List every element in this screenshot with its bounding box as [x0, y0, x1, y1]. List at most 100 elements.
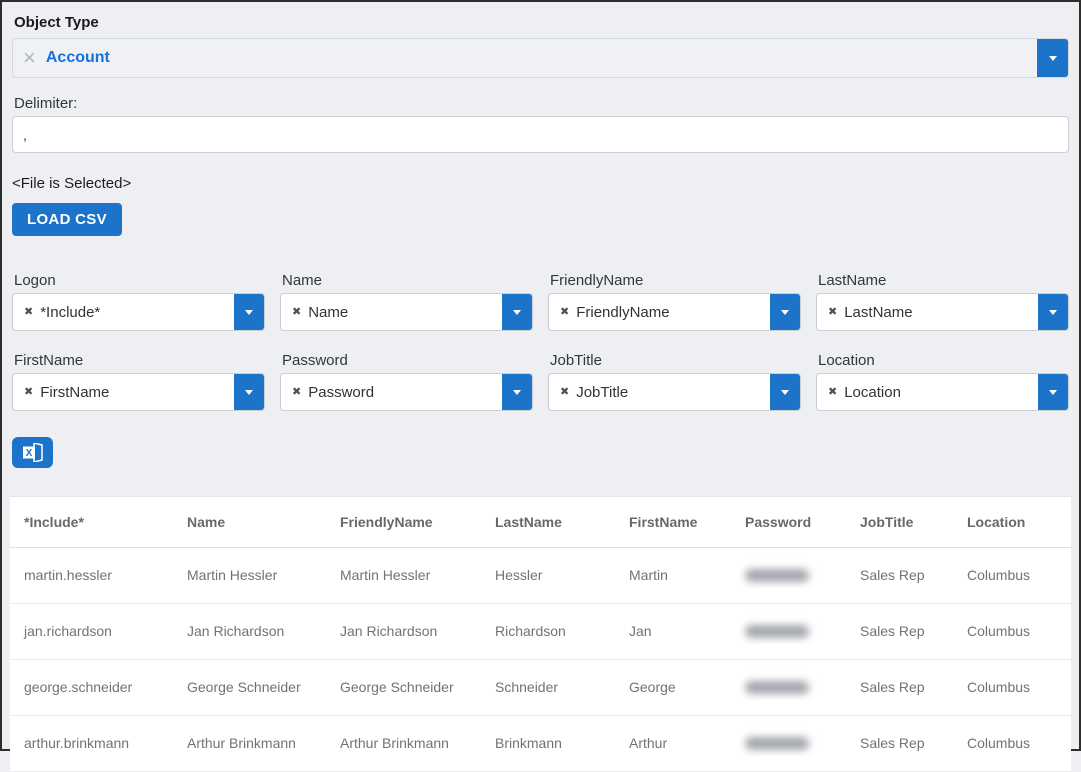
mapping-value: *Include* — [40, 304, 100, 321]
cell-name: Arthur Brinkmann — [173, 715, 326, 771]
file-status-text: <File is Selected> — [12, 175, 1069, 192]
remove-tag-icon[interactable]: ✖ — [560, 387, 569, 398]
cell-name: Martin Hessler — [173, 547, 326, 603]
chevron-down-icon — [245, 390, 253, 395]
field-mapping-grid: Logon ✖ *Include* Name ✖ Name FriendlyNa… — [12, 272, 1069, 411]
cell-friendly: George Schneider — [326, 659, 481, 715]
password-redacted-blob — [745, 737, 809, 750]
mapping-select-friendlyname[interactable]: ✖ FriendlyName — [548, 293, 801, 331]
cell-jobtitle: Sales Rep — [846, 603, 953, 659]
cell-include: martin.hessler — [10, 547, 173, 603]
column-header-firstname: FirstName — [615, 497, 731, 547]
dropdown-button[interactable] — [234, 374, 264, 410]
cell-firstname: Arthur — [615, 715, 731, 771]
table-row[interactable]: arthur.brinkmann Arthur Brinkmann Arthur… — [10, 715, 1071, 771]
close-icon[interactable]: × — [23, 47, 36, 69]
cell-friendly: Martin Hessler — [326, 547, 481, 603]
mapping-name: Name ✖ Name — [280, 272, 533, 331]
column-header-friendlyname: FriendlyName — [326, 497, 481, 547]
remove-tag-icon[interactable]: ✖ — [828, 307, 837, 318]
cell-include: arthur.brinkmann — [10, 715, 173, 771]
dropdown-button[interactable] — [502, 294, 532, 330]
cell-friendly: Arthur Brinkmann — [326, 715, 481, 771]
mapping-value: FriendlyName — [576, 304, 669, 321]
load-csv-button[interactable]: LOAD CSV — [12, 203, 122, 236]
column-header-include: *Include* — [10, 497, 173, 547]
dropdown-button[interactable] — [770, 294, 800, 330]
chevron-down-icon — [781, 310, 789, 315]
mapping-select-jobtitle[interactable]: ✖ JobTitle — [548, 373, 801, 411]
svg-text:X: X — [25, 448, 32, 459]
cell-jobtitle: Sales Rep — [846, 659, 953, 715]
chevron-down-icon — [1049, 390, 1057, 395]
remove-tag-icon[interactable]: ✖ — [560, 307, 569, 318]
cell-password — [731, 547, 846, 603]
cell-jobtitle: Sales Rep — [846, 715, 953, 771]
preview-table: *Include* Name FriendlyName LastName Fir… — [10, 497, 1071, 772]
mapping-label: Password — [282, 352, 533, 369]
column-header-password: Password — [731, 497, 846, 547]
mapping-jobtitle: JobTitle ✖ JobTitle — [548, 352, 801, 411]
object-type-select[interactable]: × Account — [12, 38, 1069, 78]
mapping-value: LastName — [844, 304, 912, 321]
excel-icon: X — [22, 443, 44, 462]
mapping-lastname: LastName ✖ LastName — [816, 272, 1069, 331]
mapping-select-password[interactable]: ✖ Password — [280, 373, 533, 411]
cell-firstname: Jan — [615, 603, 731, 659]
export-excel-button[interactable]: X — [12, 437, 53, 468]
password-redacted-blob — [745, 681, 809, 694]
remove-tag-icon[interactable]: ✖ — [828, 387, 837, 398]
dropdown-button[interactable] — [502, 374, 532, 410]
mapping-label: LastName — [818, 272, 1069, 289]
remove-tag-icon[interactable]: ✖ — [292, 387, 301, 398]
mapping-select-name[interactable]: ✖ Name — [280, 293, 533, 331]
delimiter-input[interactable] — [12, 116, 1069, 153]
mapping-select-logon[interactable]: ✖ *Include* — [12, 293, 265, 331]
chevron-down-icon — [245, 310, 253, 315]
cell-location: Columbus — [953, 715, 1071, 771]
import-page: Object Type × Account Delimiter: <File i… — [2, 2, 1079, 468]
mapping-location: Location ✖ Location — [816, 352, 1069, 411]
mapping-value: Password — [308, 384, 374, 401]
cell-friendly: Jan Richardson — [326, 603, 481, 659]
mapping-select-firstname[interactable]: ✖ FirstName — [12, 373, 265, 411]
password-redacted-blob — [745, 625, 809, 638]
mapping-value: JobTitle — [576, 384, 628, 401]
dropdown-button[interactable] — [1038, 294, 1068, 330]
cell-location: Columbus — [953, 659, 1071, 715]
table-row[interactable]: martin.hessler Martin Hessler Martin Hes… — [10, 547, 1071, 603]
chevron-down-icon — [513, 390, 521, 395]
chevron-down-icon — [513, 310, 521, 315]
mapping-select-lastname[interactable]: ✖ LastName — [816, 293, 1069, 331]
remove-tag-icon[interactable]: ✖ — [24, 307, 33, 318]
column-header-jobtitle: JobTitle — [846, 497, 953, 547]
mapping-label: Name — [282, 272, 533, 289]
mapping-value: Location — [844, 384, 901, 401]
mapping-firstname: FirstName ✖ FirstName — [12, 352, 265, 411]
mapping-friendlyname: FriendlyName ✖ FriendlyName — [548, 272, 801, 331]
table-row[interactable]: jan.richardson Jan Richardson Jan Richar… — [10, 603, 1071, 659]
chevron-down-icon — [781, 390, 789, 395]
column-header-location: Location — [953, 497, 1071, 547]
cell-include: george.schneider — [10, 659, 173, 715]
mapping-label: FriendlyName — [550, 272, 801, 289]
mapping-select-location[interactable]: ✖ Location — [816, 373, 1069, 411]
chevron-down-icon — [1049, 56, 1057, 61]
column-header-name: Name — [173, 497, 326, 547]
cell-lastname: Brinkmann — [481, 715, 615, 771]
mapping-value: FirstName — [40, 384, 109, 401]
dropdown-button[interactable] — [770, 374, 800, 410]
mapping-logon: Logon ✖ *Include* — [12, 272, 265, 331]
mapping-label: Logon — [14, 272, 265, 289]
mapping-label: JobTitle — [550, 352, 801, 369]
object-type-dropdown-button[interactable] — [1037, 39, 1068, 77]
cell-lastname: Richardson — [481, 603, 615, 659]
mapping-password: Password ✖ Password — [280, 352, 533, 411]
dropdown-button[interactable] — [1038, 374, 1068, 410]
table-row[interactable]: george.schneider George Schneider George… — [10, 659, 1071, 715]
cell-include: jan.richardson — [10, 603, 173, 659]
column-header-lastname: LastName — [481, 497, 615, 547]
remove-tag-icon[interactable]: ✖ — [24, 387, 33, 398]
remove-tag-icon[interactable]: ✖ — [292, 307, 301, 318]
dropdown-button[interactable] — [234, 294, 264, 330]
